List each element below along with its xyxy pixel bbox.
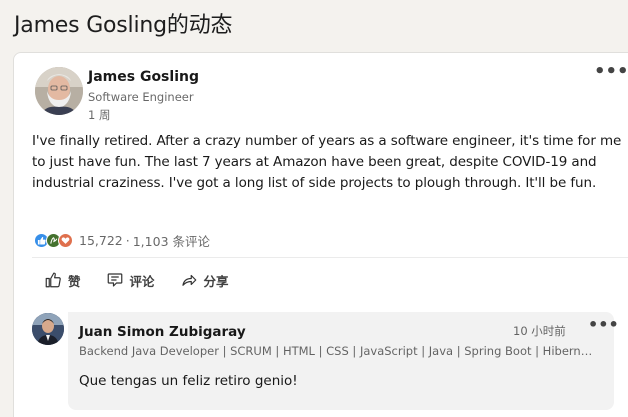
reaction-count[interactable]: 15,722 xyxy=(79,233,123,248)
comment-menu-button[interactable]: ••• xyxy=(588,317,619,333)
commenter-avatar-photo xyxy=(32,313,64,345)
comment-text: Que tengas un feliz retiro genio! xyxy=(79,373,298,389)
count-separator: · xyxy=(125,232,130,248)
post-card: James Gosling Software Engineer 1 周 ••• … xyxy=(13,52,628,417)
comment-count[interactable]: 1,103 条评论 xyxy=(133,231,210,250)
post-actions: 赞 评论 分享 xyxy=(44,265,254,295)
social-counts[interactable]: 15,722 · 1,103 条评论 xyxy=(34,231,210,249)
author-avatar[interactable] xyxy=(35,67,83,115)
action-divider xyxy=(32,257,628,258)
post-timestamp: 1 周 xyxy=(88,108,111,122)
author-headline: Software Engineer xyxy=(88,90,194,104)
comment-author[interactable]: Juan Simon Zubigaray xyxy=(79,324,246,340)
comment-icon xyxy=(107,273,122,287)
comment-button[interactable]: 评论 xyxy=(106,271,155,290)
post-text: I've finally retired. After a crazy numb… xyxy=(32,133,622,191)
love-icon xyxy=(58,232,73,248)
thumbs-up-icon xyxy=(45,272,61,288)
page-title: James Gosling的动态 xyxy=(14,13,233,38)
share-label: 分享 xyxy=(203,273,229,289)
reaction-icons xyxy=(34,232,73,248)
share-arrow-icon xyxy=(181,274,196,286)
author-name[interactable]: James Gosling xyxy=(88,69,199,85)
share-button[interactable]: 分享 xyxy=(180,271,229,290)
comment-timestamp: 10 小时前 xyxy=(513,324,566,338)
commenter-avatar[interactable] xyxy=(32,313,64,345)
comment-label: 评论 xyxy=(129,273,155,289)
comment-box: Juan Simon Zubigaray 10 小时前 ••• Backend … xyxy=(68,312,619,410)
like-button[interactable]: 赞 xyxy=(44,271,81,290)
post-menu-button[interactable]: ••• xyxy=(594,63,628,81)
comment-author-headline: Backend Java Developer | SCRUM | HTML | … xyxy=(79,344,599,358)
like-label: 赞 xyxy=(68,273,81,289)
author-avatar-photo xyxy=(35,67,83,115)
